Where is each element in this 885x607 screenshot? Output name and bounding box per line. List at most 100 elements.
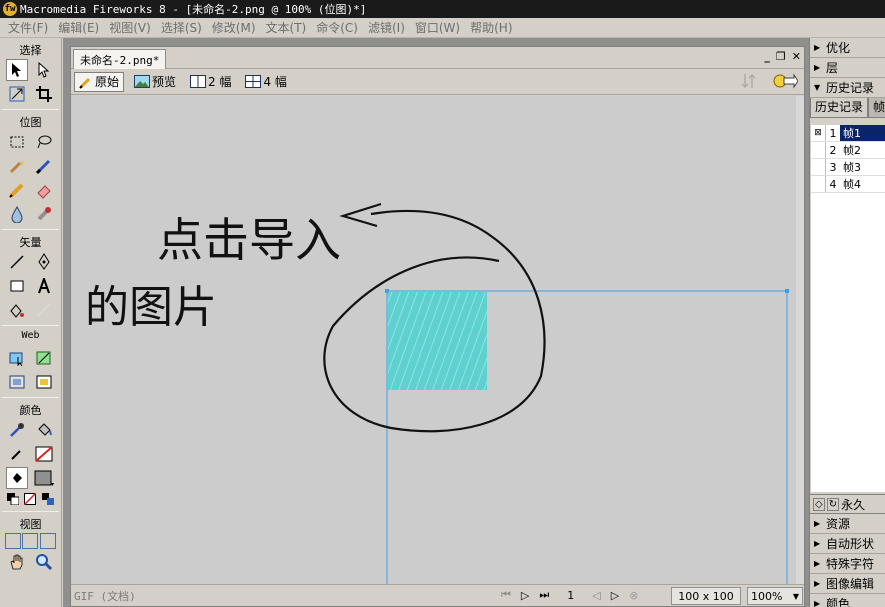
zoom-select[interactable]: 100% ▼: [747, 587, 803, 605]
imported-image[interactable]: [388, 292, 487, 390]
canvas[interactable]: 点击导入 的图片: [71, 96, 804, 586]
canvas-vertical-scrollbar[interactable]: [796, 96, 804, 586]
menu-help[interactable]: 帮助(H): [465, 19, 517, 36]
onion-skin-icon[interactable]: ◇: [813, 497, 825, 511]
line-tool-icon[interactable]: [6, 251, 28, 273]
tools-panel: 选择 位图 矢量 Web 颜色 视图: [0, 38, 62, 607]
brush-tool-icon[interactable]: [33, 155, 55, 177]
view-2up-button[interactable]: 2 幅: [186, 72, 235, 92]
slice-tool-icon[interactable]: [33, 347, 55, 369]
full-screen-menus-icon[interactable]: [22, 533, 39, 549]
frame-row[interactable]: 2 帧2: [811, 142, 885, 159]
loop-count[interactable]: 永久: [841, 496, 865, 513]
document-dimensions[interactable]: 100 x 100: [671, 587, 741, 605]
rectangle-tool-icon[interactable]: [6, 275, 28, 297]
knife-tool-icon[interactable]: [33, 299, 55, 321]
panel-assets-label: 资源: [826, 517, 851, 531]
view-preview-label: 预览: [152, 75, 177, 89]
text-tool-icon[interactable]: [33, 275, 55, 297]
lasso-tool-icon[interactable]: [33, 131, 55, 153]
frame-row[interactable]: 4 帧4: [811, 176, 885, 193]
no-color-icon[interactable]: [23, 492, 37, 506]
frame-onion-icon[interactable]: ⊠: [811, 125, 826, 141]
marquee-tool-icon[interactable]: [6, 131, 28, 153]
frame-onion-icon[interactable]: [811, 176, 826, 192]
close-icon[interactable]: ✕: [792, 50, 801, 63]
pointer-tool-icon[interactable]: [6, 59, 29, 81]
quick-export-icon[interactable]: [772, 72, 798, 90]
document-tab-strip: 未命名-2.png* _ ❐ ✕: [71, 47, 804, 69]
eraser-tool-icon[interactable]: [33, 179, 55, 201]
menu-modify[interactable]: 修改(M): [207, 19, 261, 36]
crop-tool-icon[interactable]: [33, 83, 55, 105]
tab-history[interactable]: 历史记录: [810, 98, 869, 117]
stroke-color-icon[interactable]: [6, 443, 28, 465]
view-4up-button[interactable]: 4 幅: [241, 72, 290, 92]
hand-tool-icon[interactable]: [6, 551, 28, 573]
menu-view[interactable]: 视图(V): [104, 19, 156, 36]
preview-image-icon: [134, 75, 151, 88]
last-frame-icon[interactable]: ⏭: [539, 588, 549, 602]
show-slices-icon[interactable]: [33, 371, 55, 393]
pen-tool-icon[interactable]: [33, 251, 55, 273]
panel-layers-header[interactable]: ▶ 层: [810, 58, 885, 78]
panel-assets-header[interactable]: ▶ 资源: [810, 514, 885, 534]
selection-handle-tr[interactable]: [785, 289, 789, 293]
tab-frames[interactable]: 帧: [868, 98, 885, 117]
view-section-label: 视图: [19, 518, 42, 531]
pencil-tool-icon[interactable]: [6, 179, 28, 201]
restore-icon[interactable]: ❐: [776, 50, 786, 63]
swap-colors-icon[interactable]: [41, 492, 55, 506]
next-frame-icon[interactable]: ▷: [611, 589, 619, 602]
hotspot-tool-icon[interactable]: [6, 347, 28, 369]
fill-color-swatch[interactable]: [33, 467, 55, 489]
panel-history-header[interactable]: ▼ 历史记录: [810, 78, 885, 98]
panel-image-edit-header[interactable]: ▶ 图像编辑: [810, 574, 885, 594]
panel-colors-header[interactable]: ▶ 颜色: [810, 594, 885, 607]
current-frame-number[interactable]: 1: [559, 589, 582, 602]
vector-section-label: 矢量: [19, 236, 42, 249]
freeform-tool-icon[interactable]: [6, 299, 28, 321]
frame-onion-icon[interactable]: [811, 142, 826, 158]
stop-icon[interactable]: ⊗: [629, 589, 638, 602]
panel-auto-shapes-header[interactable]: ▶ 自动形状: [810, 534, 885, 554]
previous-frame-icon[interactable]: ◁: [592, 589, 600, 602]
play-icon[interactable]: ▷: [521, 589, 529, 602]
loop-icon[interactable]: ↻: [826, 497, 840, 511]
menu-filters[interactable]: 滤镜(I): [363, 19, 410, 36]
subselection-tool-icon[interactable]: [33, 59, 55, 81]
first-frame-icon[interactable]: ⏮: [501, 588, 511, 602]
blur-tool-icon[interactable]: [6, 203, 28, 225]
export-arrows-icon[interactable]: [740, 72, 758, 90]
full-screen-icon[interactable]: [40, 533, 57, 549]
view-original-button[interactable]: 原始: [74, 71, 125, 92]
paint-bucket-tool-icon[interactable]: [33, 419, 55, 441]
eyedropper-tool-icon[interactable]: [6, 419, 28, 441]
document-view-bar: 原始 预览 2 幅 4 幅: [71, 69, 804, 95]
frame-row[interactable]: ⊠ 1 帧1: [811, 125, 885, 142]
menu-edit[interactable]: 编辑(E): [53, 19, 104, 36]
menu-text[interactable]: 文本(T): [261, 19, 312, 36]
document-tab[interactable]: 未命名-2.png*: [73, 49, 167, 69]
annotation-text-1: 点击导入: [157, 213, 341, 267]
magic-wand-tool-icon[interactable]: [6, 155, 28, 177]
frame-onion-icon[interactable]: [811, 159, 826, 175]
minimize-icon[interactable]: _: [764, 50, 770, 63]
panel-special-chars-label: 特殊字符: [826, 557, 875, 571]
menu-commands[interactable]: 命令(C): [311, 19, 363, 36]
stroke-color-swatch[interactable]: [33, 443, 55, 465]
menu-file[interactable]: 文件(F): [3, 19, 53, 36]
fill-color-icon[interactable]: [6, 467, 29, 489]
hide-slices-icon[interactable]: [6, 371, 28, 393]
menu-select[interactable]: 选择(S): [156, 19, 207, 36]
scale-tool-icon[interactable]: [6, 83, 28, 105]
panel-optimize-header[interactable]: ▶ 优化: [810, 38, 885, 58]
default-colors-icon[interactable]: [6, 492, 20, 506]
menu-window[interactable]: 窗口(W): [410, 19, 465, 36]
view-preview-button[interactable]: 预览: [130, 72, 180, 92]
rubber-stamp-tool-icon[interactable]: [33, 203, 55, 225]
panel-special-chars-header[interactable]: ▶ 特殊字符: [810, 554, 885, 574]
standard-screen-icon[interactable]: [4, 533, 21, 549]
frame-row[interactable]: 3 帧3: [811, 159, 885, 176]
zoom-tool-icon[interactable]: [33, 551, 55, 573]
